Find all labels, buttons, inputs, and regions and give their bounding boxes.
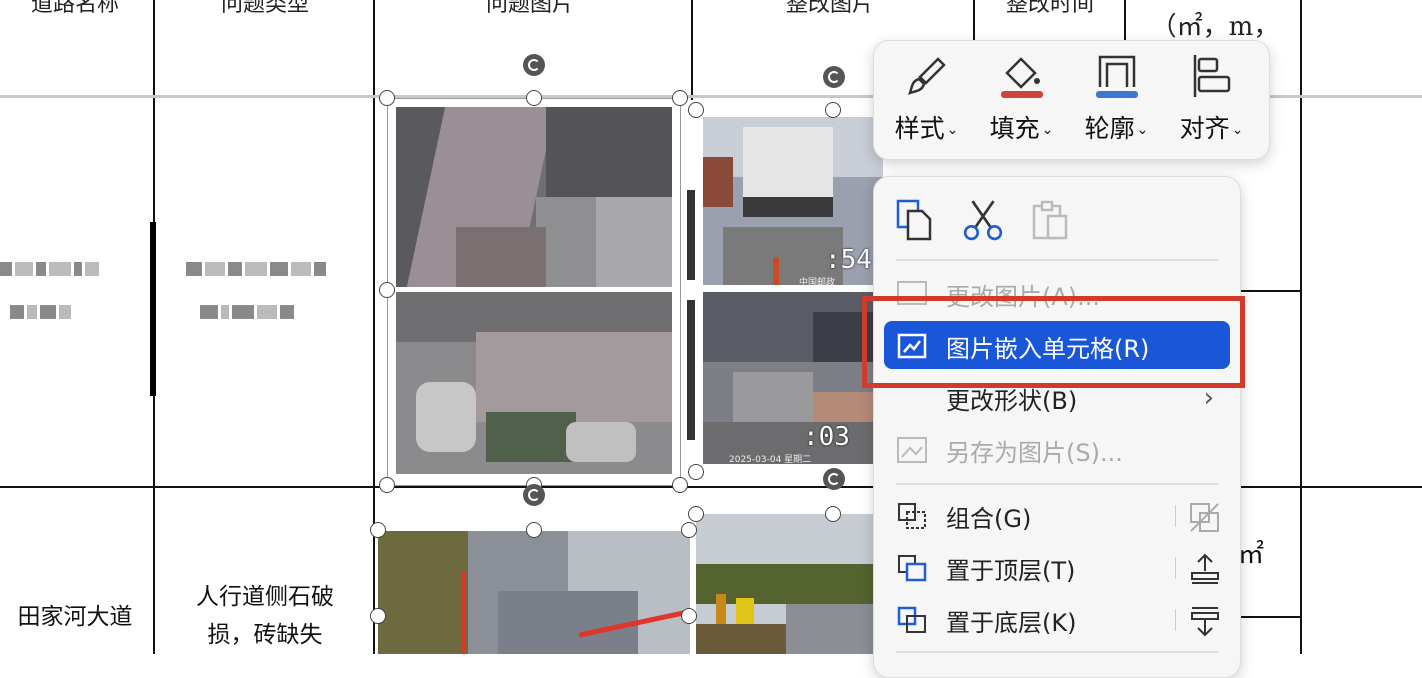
cut-icon[interactable] [962, 199, 1004, 241]
photo-timestamp-2: :03 [803, 422, 850, 452]
rotate-handle-row2-fix[interactable] [823, 468, 845, 490]
resize-handle[interactable] [688, 464, 704, 480]
photo-watermark-1: 中国邮政 [799, 278, 836, 285]
row-divider-3 [1240, 616, 1302, 618]
resize-handle[interactable] [672, 477, 688, 493]
menu-item-group[interactable]: 组合(G) [874, 491, 1240, 539]
send-to-back-icon [897, 606, 926, 633]
shortcut-divider [1175, 557, 1176, 579]
menu-item-bring-to-front[interactable]: 置于顶层(T) [874, 543, 1240, 591]
menu-item-send-to-back[interactable]: 置于底层(K) [874, 595, 1240, 643]
bring-to-front-icon [898, 555, 927, 582]
context-menu: 更改图片(A)... 图片嵌入单元格(R) 更改形状(B) › 另存为图片(S)… [873, 176, 1241, 678]
style-button[interactable]: 样式 ⌄ [879, 41, 974, 159]
fill-label: 填充 [989, 114, 1040, 143]
resize-handle[interactable] [379, 90, 395, 106]
resize-handle[interactable] [688, 506, 704, 522]
outline-icon [1096, 55, 1138, 98]
resize-handle[interactable] [825, 102, 841, 118]
photo-divider-bar-2 [687, 300, 695, 440]
issue-type-line1: 人行道侧石破 [196, 584, 334, 610]
menu-item-save-as-picture[interactable]: 另存为图片(S)... [874, 425, 1240, 473]
resize-handle[interactable] [688, 102, 704, 118]
resize-handle[interactable] [526, 90, 542, 106]
rotate-handle-issue[interactable] [523, 54, 545, 76]
issue-photo-top[interactable] [396, 107, 672, 287]
issue-type-line2: 损，砖缺失 [207, 622, 323, 648]
align-button[interactable]: 对齐 ⌄ [1164, 41, 1259, 159]
col-divider-5 [1124, 0, 1126, 40]
menu-separator [896, 651, 1218, 653]
bring-forward-icon[interactable] [1188, 553, 1222, 585]
fill-bucket-icon [1001, 57, 1043, 98]
header-issue-photo: 问题图片 [485, 0, 574, 17]
align-label: 对齐 [1179, 114, 1230, 143]
blurred-issue-type-2 [200, 305, 294, 319]
copy-icon[interactable] [894, 197, 934, 241]
outline-label: 轮廓 [1084, 114, 1135, 143]
resize-handle[interactable] [370, 608, 386, 624]
menu-separator [896, 259, 1218, 261]
fix-photo-top[interactable]: :54 中国邮政 [703, 117, 883, 285]
resize-handle[interactable] [681, 522, 697, 538]
menu-label: 组合(G) [946, 505, 1032, 533]
issue-photo-row2[interactable] [378, 531, 690, 654]
brush-icon [908, 57, 946, 95]
cell-cursor-bar [150, 222, 156, 396]
menu-separator [896, 483, 1218, 485]
road-name-cell: 田家河大道 [17, 604, 133, 630]
header-unit: （㎡，m， [1150, 12, 1280, 42]
row-divider-2 [1240, 290, 1302, 292]
resize-handle[interactable] [681, 608, 697, 624]
col-divider-6 [1300, 0, 1302, 654]
outline-button[interactable]: 轮廓 ⌄ [1069, 41, 1164, 159]
header-road-name: 道路名称 [30, 0, 119, 17]
send-backward-icon[interactable] [1188, 605, 1222, 637]
shortcut-divider [1175, 609, 1176, 631]
blurred-road-name [0, 262, 99, 276]
photo-divider-bar [687, 190, 695, 280]
resize-handle[interactable] [526, 522, 542, 538]
col-divider-3 [691, 0, 693, 100]
fix-photo-bottom[interactable]: :03 2025-03-04 星期二 [703, 292, 883, 464]
ungroup-icon[interactable] [1188, 501, 1222, 533]
blurred-issue-type [186, 262, 326, 276]
resize-handle[interactable] [672, 90, 688, 106]
blurred-road-name-2 [10, 305, 71, 319]
shortcut-divider [1175, 505, 1176, 527]
fix-photo-row2[interactable] [696, 514, 876, 654]
header-fix-time: 整改时间 [1005, 0, 1094, 17]
align-left-icon [1193, 55, 1231, 97]
menu-label: 置于底层(K) [946, 609, 1077, 637]
header-fix-photo: 整改图片 [785, 0, 874, 17]
col-divider-2 [373, 0, 375, 654]
resize-handle[interactable] [825, 506, 841, 522]
photo-timestamp-1: :54 [825, 245, 872, 275]
group-icon [898, 503, 926, 529]
resize-handle[interactable] [370, 522, 386, 538]
fill-button[interactable]: 填充 ⌄ [974, 41, 1069, 159]
menu-label: 另存为图片(S)... [946, 439, 1123, 467]
col-divider-4 [973, 0, 975, 40]
menu-label: 置于顶层(T) [946, 557, 1076, 585]
resize-handle[interactable] [379, 282, 395, 298]
header-issue-type: 问题类型 [220, 0, 309, 17]
issue-photo-bottom[interactable] [396, 292, 672, 474]
style-label: 样式 [894, 114, 945, 143]
resize-handle[interactable] [379, 477, 395, 493]
rotate-handle-row2-issue[interactable] [523, 484, 545, 506]
picture-format-toolbar: 样式 ⌄ 填充 ⌄ 轮廓 ⌄ 对齐 ⌄ [873, 40, 1270, 160]
save-as-picture-icon [897, 437, 927, 463]
photo-watermark-2: 2025-03-04 星期二 [729, 455, 812, 464]
annotation-highlight-box [862, 296, 1245, 388]
paste-icon[interactable] [1030, 199, 1070, 241]
rotate-handle-fix[interactable] [823, 66, 845, 88]
